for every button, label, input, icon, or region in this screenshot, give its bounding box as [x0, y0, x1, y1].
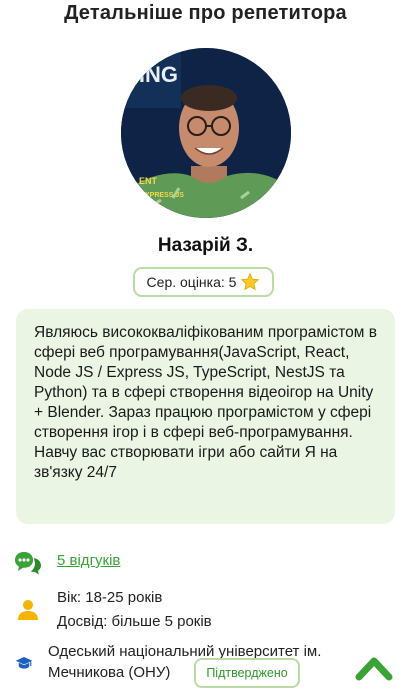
- tutor-name: Назарій З.: [157, 235, 254, 256]
- experience-text: Досвід: більше 5 років: [57, 613, 212, 630]
- age-text: Вік: 18-25 років: [57, 589, 163, 606]
- bio-text: Являюсь висококваліфікованим програмісто…: [34, 324, 377, 481]
- tutor-photo: NING ENT XPRESS JS: [121, 48, 291, 218]
- verified-badge: Підтверджено: [194, 658, 300, 688]
- scroll-top-button[interactable]: [355, 653, 393, 683]
- rating-label: Сер. оцінка: 5: [146, 274, 237, 290]
- rating-badge: Сер. оцінка: 5: [133, 267, 274, 297]
- chat-icon: [14, 550, 42, 581]
- reviews-link[interactable]: 5 відгуків: [57, 552, 120, 569]
- star-icon: [240, 272, 260, 292]
- svg-text:XPRESS JS: XPRESS JS: [145, 192, 184, 199]
- person-icon: [16, 598, 40, 627]
- chevron-up-icon: [355, 657, 393, 681]
- svg-text:NING: NING: [123, 62, 178, 87]
- bio-card: Являюсь висококваліфікованим програмісто…: [16, 309, 395, 524]
- svg-text:ENT: ENT: [139, 176, 158, 186]
- graduation-cap-icon: [15, 655, 33, 676]
- page-title: Детальніше про репетитора: [64, 2, 347, 24]
- avatar: NING ENT XPRESS JS: [121, 48, 291, 218]
